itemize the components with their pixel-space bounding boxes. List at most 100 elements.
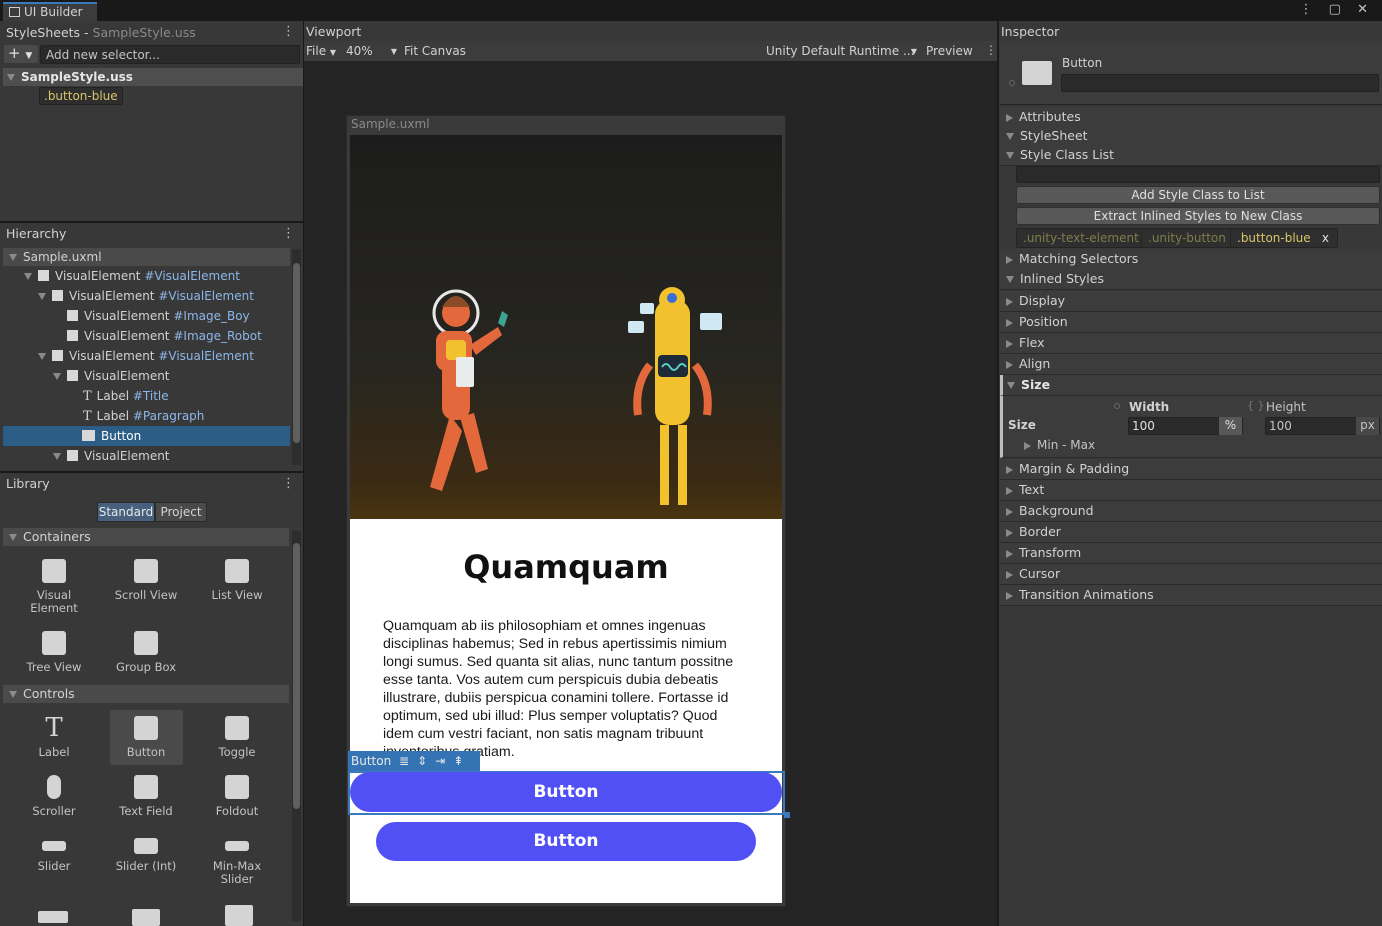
height-input[interactable]: 100 px [1265,417,1380,435]
tree-item[interactable]: T Label #Title [0,386,303,406]
library-foldout[interactable]: Foldout [200,769,274,818]
group-box-icon [134,631,158,655]
selector-button-blue[interactable]: .button-blue [39,87,123,105]
extract-inline-styles-button[interactable]: Extract Inlined Styles to New Class [1016,207,1380,225]
controls-header[interactable]: Controls [3,685,289,703]
style-group-align[interactable]: Align [1000,354,1382,375]
style-group-background[interactable]: Background [1000,501,1382,522]
tree-item[interactable]: VisualElement [0,366,303,386]
library-scroll-view[interactable]: Scroll View [109,553,183,602]
scroll-view-icon [134,559,158,583]
title-label: Quamquam [463,548,669,586]
ui-builder-tab[interactable]: UI Builder [3,2,97,21]
int-field-icon [38,911,68,923]
tree-item-selected[interactable]: Button [3,426,290,446]
library-tree-view[interactable]: Tree View [17,625,91,674]
library-toggle[interactable]: Toggle [200,710,274,759]
width-input[interactable]: 100% [1128,417,1243,435]
library-slider-int[interactable]: Slider (Int) [109,828,183,873]
tree-item[interactable]: VisualElement [0,446,303,466]
library-slider[interactable]: Slider [17,828,91,873]
hierarchy-root[interactable]: Sample.uxml [0,247,303,267]
theme-dropdown[interactable]: Unity Default Runtime ... ▼ [761,43,919,60]
library-menu-icon[interactable]: ⋮ [282,476,295,491]
library-text-field[interactable]: Text Field [109,769,183,818]
style-group-display[interactable]: Display [1000,291,1382,312]
min-max-foldout[interactable]: Min - Max [1024,438,1095,452]
style-group-transform[interactable]: Transform [1000,543,1382,564]
class-chip-active[interactable]: .button-blue x [1230,228,1338,248]
hierarchy-root-label: Sample.uxml [23,250,102,264]
tree-item[interactable]: T Label #Paragraph [0,406,303,426]
hierarchy-scrollbar[interactable] [292,249,301,465]
containers-header[interactable]: Containers [3,528,289,546]
style-group-flex[interactable]: Flex [1000,333,1382,354]
tree-item[interactable]: VisualElement #VisualElement [0,266,303,286]
hierarchy-title: Hierarchy [2,224,71,244]
style-group-size[interactable]: Size [1000,375,1382,396]
style-group-text[interactable]: Text [1000,480,1382,501]
tab-project[interactable]: Project [155,502,207,522]
library-group-box[interactable]: Group Box [109,625,183,674]
class-chip[interactable]: .unity-button [1141,228,1233,248]
astronaut-boy-icon [430,289,508,491]
stylesheets-subtitle: SampleStyle.uss [92,25,196,40]
dropdown-icon [132,909,160,926]
scroller-icon [47,775,61,799]
visual-element-icon [42,559,66,583]
zoom-dropdown[interactable]: 40% ▼ [342,43,399,60]
style-group-position[interactable]: Position [1000,312,1382,333]
canvas-button-2[interactable]: Button [376,822,756,861]
section-style-class-list[interactable]: Style Class List [1000,145,1382,166]
class-chip[interactable]: .unity-text-element [1016,228,1146,248]
astronaut-robot-illustration [430,287,722,505]
style-class-input[interactable] [1016,166,1380,183]
tab-standard[interactable]: Standard [97,502,155,522]
style-group-margin-padding[interactable]: Margin & Padding [1000,459,1382,480]
section-attributes[interactable]: Attributes [1000,107,1382,128]
stylesheet-name: SampleStyle.uss [21,70,133,84]
min-max-slider-icon [225,841,249,851]
section-stylesheet[interactable]: StyleSheet [1000,126,1382,147]
library-list-view[interactable]: List View [200,553,274,602]
section-matching-selectors[interactable]: Matching Selectors [1000,249,1382,270]
section-inlined-styles[interactable]: Inlined Styles [1000,269,1382,290]
add-style-class-button[interactable]: Add Style Class to List [1016,186,1380,204]
style-group-cursor[interactable]: Cursor [1000,564,1382,585]
library-scrollbar[interactable] [292,531,301,921]
variable-icon[interactable]: { } [1247,399,1265,412]
tree-item[interactable]: VisualElement #VisualElement [0,286,303,306]
style-group-border[interactable]: Border [1000,522,1382,543]
viewport-menu-icon[interactable]: ⋮ [985,43,997,57]
expand-arrow-icon[interactable] [7,74,15,81]
stylesheet-row[interactable]: SampleStyle.uss [3,68,303,86]
library-scroller[interactable]: Scroller [17,769,91,818]
tree-item[interactable]: VisualElement #Image_Robot [0,326,303,346]
fit-canvas-button[interactable]: Fit Canvas [400,43,466,60]
selection-tag[interactable]: Button ≣⇕⇥⇞ [348,751,480,771]
tree-item[interactable]: VisualElement #Image_Boy [0,306,303,326]
add-selector-input[interactable]: Add new selector... [40,45,300,64]
library-button[interactable]: Button [109,710,183,759]
element-type: Button [1062,56,1103,70]
style-group-transition-animations[interactable]: Transition Animations [1000,585,1382,606]
library-title: Library [2,474,54,494]
resize-handle[interactable] [784,812,790,818]
library-label[interactable]: T Label [17,710,91,759]
alignment-icons[interactable]: ≣⇕⇥⇞ [399,754,471,768]
add-stylesheet-button[interactable]: + ▼ [4,45,38,63]
tree-item[interactable]: VisualElement #VisualElement [0,346,303,366]
library-visual-element[interactable]: Visual Element [17,553,91,615]
file-menu[interactable]: File ▼ [306,43,336,60]
canvas-button-1[interactable]: Button [350,772,782,812]
override-indicator-icon [1009,80,1015,86]
stylesheets-menu-icon[interactable]: ⋮ [282,24,295,39]
hierarchy-menu-icon[interactable]: ⋮ [282,226,295,241]
preview-button[interactable]: Preview [920,43,973,60]
height-unit-dropdown[interactable]: px [1356,417,1379,435]
element-name-input[interactable] [1061,74,1379,92]
remove-class-icon[interactable]: x [1322,229,1329,247]
window-controls[interactable]: ⋮ ▢ ✕ [1300,2,1374,17]
width-unit-dropdown[interactable]: % [1219,417,1242,435]
library-min-max-slider[interactable]: Min-Max Slider [200,828,274,886]
